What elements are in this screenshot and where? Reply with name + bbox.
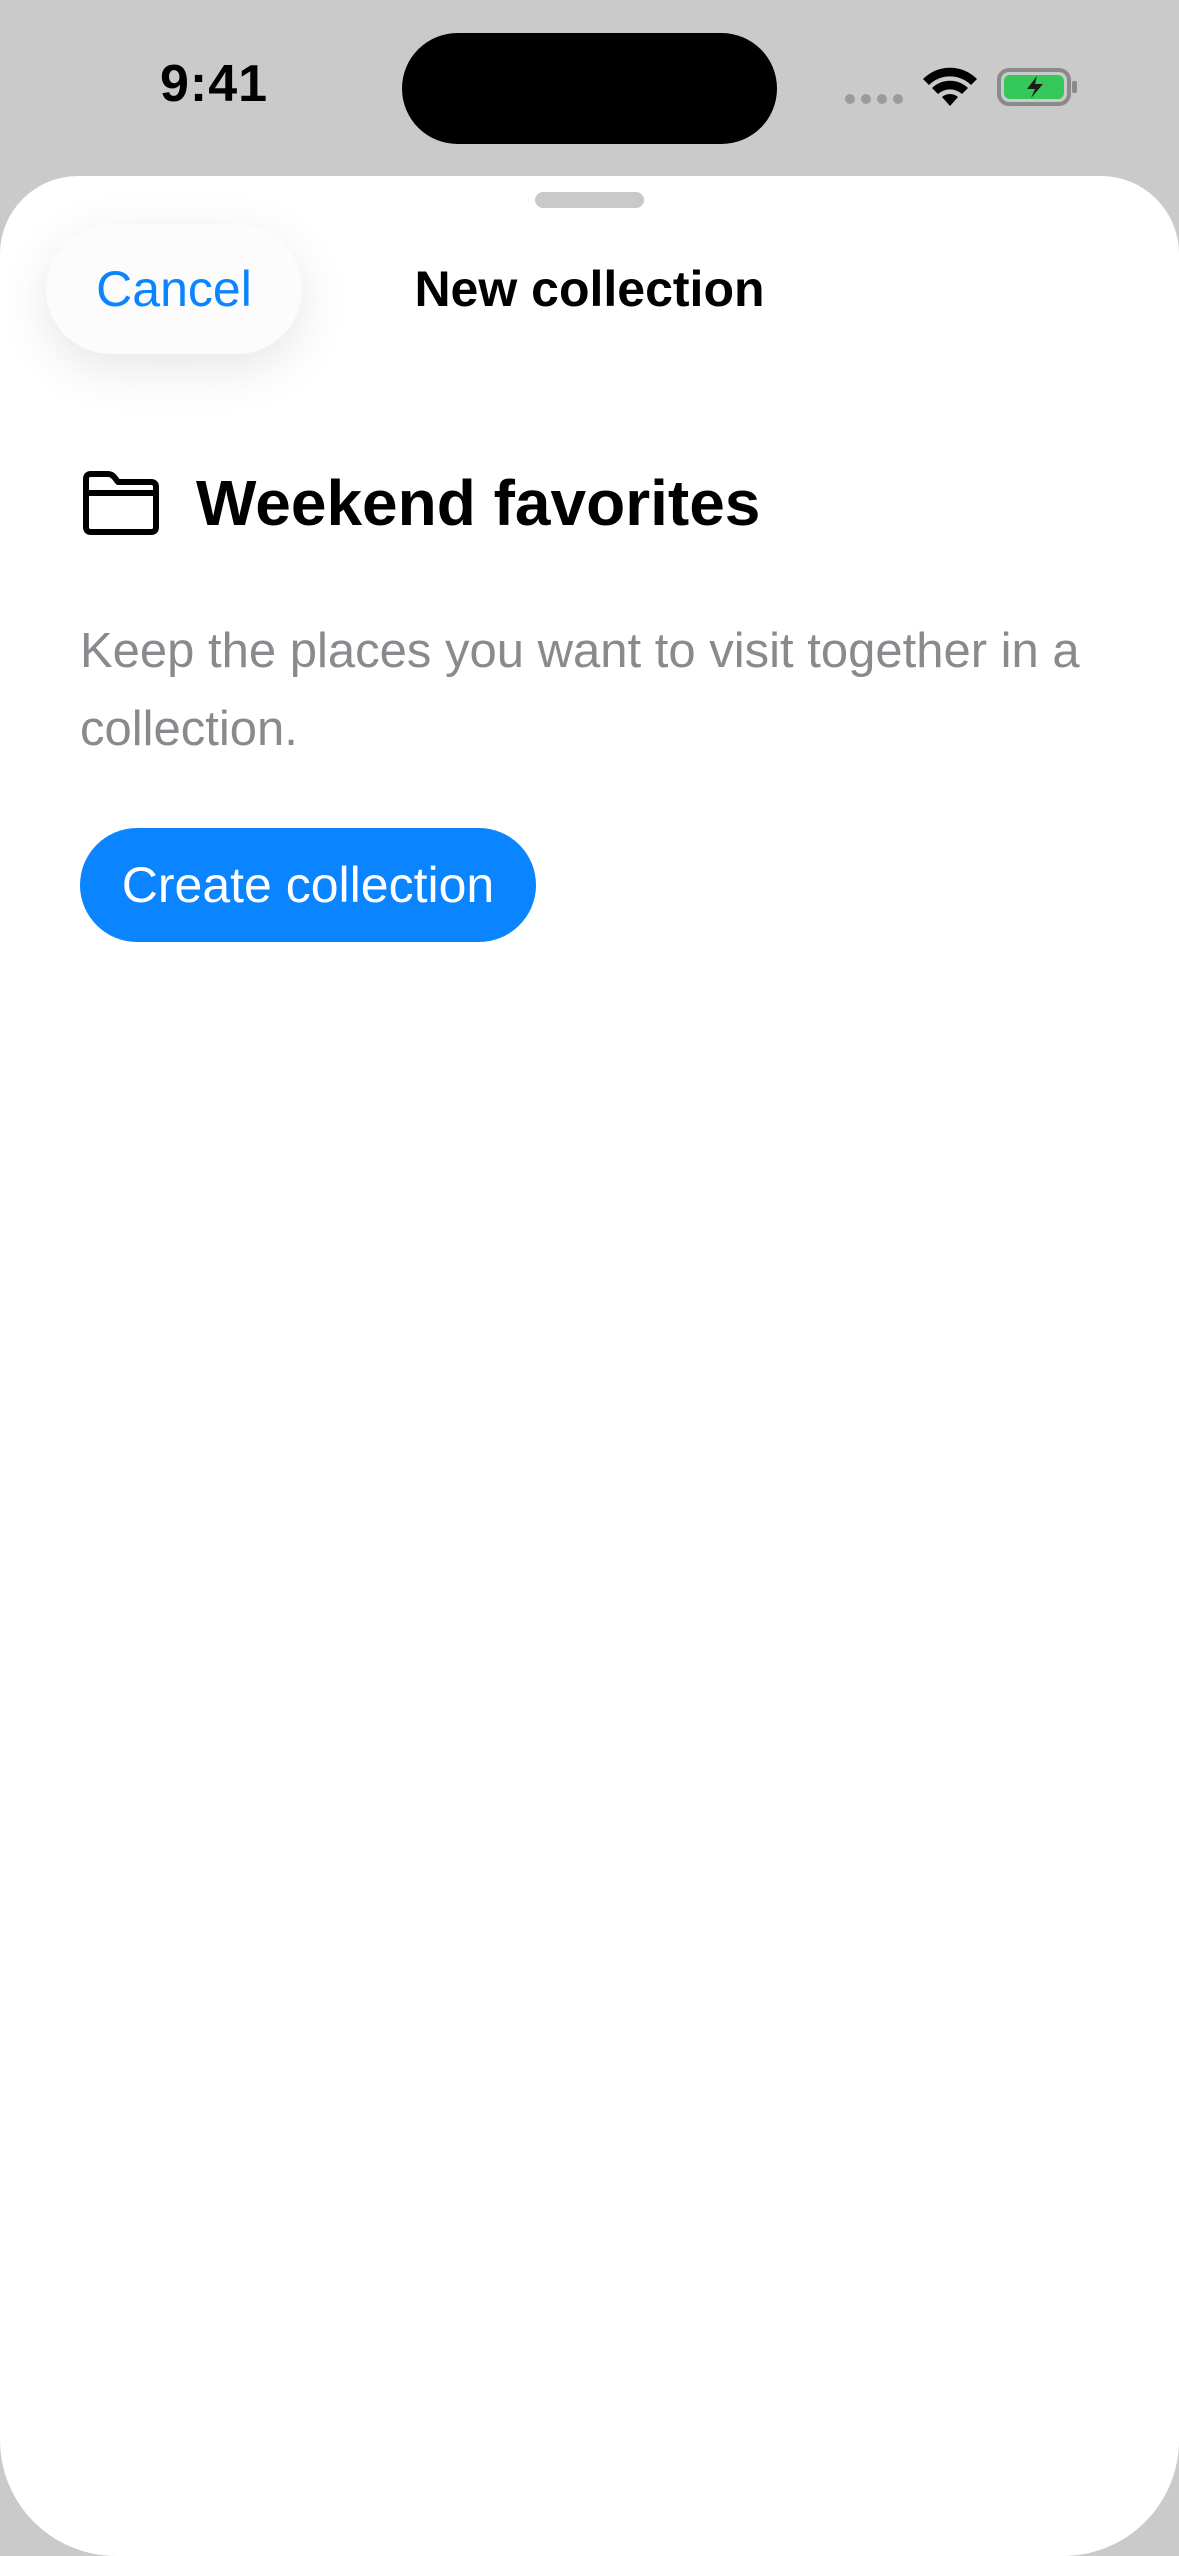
new-collection-sheet: Cancel New collection Weekend favorites …: [0, 176, 1179, 2556]
create-collection-button[interactable]: Create collection: [80, 828, 536, 942]
collection-name: Weekend favorites: [196, 467, 761, 539]
sheet-grabber[interactable]: [535, 192, 644, 208]
wifi-icon: [923, 67, 977, 106]
dynamic-island: [402, 33, 777, 144]
sheet-title: New collection: [414, 261, 765, 317]
status-time: 9:41: [160, 55, 269, 113]
battery-charging-icon: [997, 68, 1077, 106]
collection-header: Weekend favorites: [80, 466, 760, 540]
cellular-signal-icon: [845, 94, 903, 104]
collection-description: Keep the places you want to visit togeth…: [80, 624, 1080, 756]
status-bar: 9:41: [0, 0, 1179, 176]
folder-icon: [83, 471, 159, 535]
